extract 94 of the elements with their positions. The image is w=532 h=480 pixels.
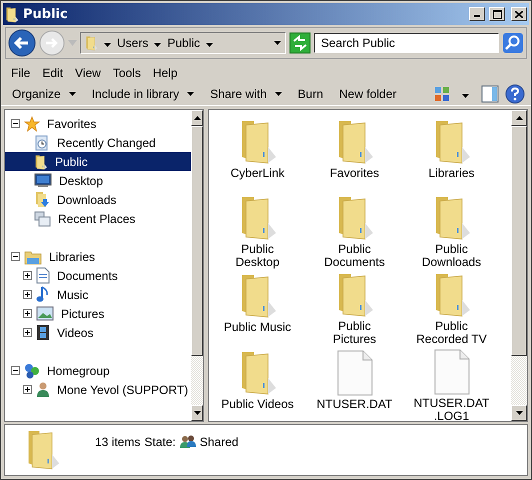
picture-icon: [36, 306, 54, 321]
folder-icon: [85, 35, 98, 51]
search-field[interactable]: Search Public: [314, 33, 499, 53]
close-icon: [515, 10, 523, 18]
tree-item[interactable]: Libraries: [46, 248, 98, 264]
file-name[interactable]: NTUSER.DAT .LOG1: [414, 397, 490, 423]
close-button[interactable]: [511, 7, 527, 21]
caret-icon[interactable]: [206, 43, 214, 47]
user-icon: [36, 381, 50, 398]
scroll-up-icon[interactable]: [194, 116, 201, 120]
file-name[interactable]: Public Pictures: [316, 320, 392, 346]
search-icon[interactable]: [502, 32, 524, 54]
maximize-button[interactable]: [489, 7, 505, 21]
caret-icon[interactable]: [68, 92, 76, 96]
caret-icon[interactable]: [187, 92, 194, 96]
file-name[interactable]: Public Music: [220, 321, 296, 334]
file-name[interactable]: Favorites: [316, 167, 392, 180]
history-dropdown-icon[interactable]: [274, 41, 281, 45]
file-name[interactable]: Public Documents: [316, 243, 392, 269]
file-name[interactable]: Public Downloads: [414, 243, 490, 269]
toolbar-button[interactable]: Burn: [292, 85, 328, 103]
tree-item[interactable]: Pictures: [58, 306, 108, 322]
expand-icon[interactable]: [23, 309, 32, 318]
menu-item[interactable]: Tools: [106, 66, 147, 80]
breadcrumb[interactable]: Public: [167, 36, 200, 50]
scroll-up-icon[interactable]: [516, 116, 522, 120]
refresh-button[interactable]: [289, 32, 311, 54]
caret-icon[interactable]: [462, 94, 469, 98]
caret-icon[interactable]: [104, 43, 111, 47]
maximize-icon: [492, 10, 502, 18]
tree-item[interactable]: Desktop: [56, 172, 106, 188]
expand-icon[interactable]: [23, 328, 32, 337]
users-icon: [180, 435, 196, 449]
star-icon: [24, 116, 40, 132]
file-name[interactable]: CyberLink: [220, 167, 296, 180]
menu-item[interactable]: View: [69, 66, 107, 80]
scrollbar[interactable]: [191, 110, 203, 421]
expand-icon[interactable]: [23, 271, 32, 280]
tree-item[interactable]: Public: [52, 154, 91, 170]
caret-icon[interactable]: [154, 43, 162, 47]
tree-item[interactable]: Recent Places: [55, 210, 138, 226]
file-name[interactable]: Libraries: [414, 167, 490, 180]
collapse-icon[interactable]: [11, 366, 20, 375]
tree-item[interactable]: Mone Yevol (SUPPORT): [54, 382, 192, 398]
expand-icon[interactable]: [23, 385, 32, 394]
file-name[interactable]: NTUSER.DAT: [316, 398, 392, 411]
tree-item[interactable]: Homegroup: [44, 362, 113, 378]
state-value: Shared: [200, 435, 238, 449]
file-name[interactable]: Public Videos: [220, 398, 296, 411]
music-note-icon: [36, 286, 50, 303]
desktop-icon: [34, 173, 52, 188]
toolbar-button[interactable]: New folder: [334, 85, 402, 103]
file-name[interactable]: Public Desktop: [220, 243, 296, 269]
menu-item[interactable]: Help: [146, 66, 184, 80]
document-icon: [36, 267, 50, 284]
library-icon: [24, 248, 42, 264]
view-options-icon[interactable]: [434, 86, 450, 102]
tree-item[interactable]: Downloads: [54, 192, 120, 208]
toolbar-button[interactable]: Include in library: [86, 85, 200, 103]
scroll-down-icon[interactable]: [194, 411, 201, 415]
breadcrumb[interactable]: Users: [117, 36, 148, 50]
folder-icon: [5, 6, 19, 22]
homegroup-icon: [24, 362, 40, 378]
file-name[interactable]: Public Recorded TV: [414, 320, 490, 346]
recent-places-icon: [34, 210, 51, 226]
window-title: Public: [23, 6, 69, 22]
tree-item[interactable]: Videos: [54, 324, 96, 340]
collapse-icon[interactable]: [11, 252, 20, 261]
scroll-down-icon[interactable]: [516, 411, 522, 415]
scrollbar[interactable]: [511, 110, 527, 421]
tree-item[interactable]: Documents: [54, 268, 121, 284]
tree-item[interactable]: Recently Changed: [54, 134, 159, 150]
document-clock-icon: [34, 134, 50, 150]
collapse-icon[interactable]: [11, 119, 20, 128]
expand-icon[interactable]: [23, 290, 32, 299]
downloads-folder-icon: [34, 191, 50, 208]
item-count: 13 items: [95, 435, 140, 449]
caret-icon[interactable]: [274, 92, 282, 96]
minimize-button[interactable]: [469, 7, 485, 21]
file-icon: [336, 350, 372, 396]
tree-item[interactable]: Music: [54, 286, 92, 302]
state-label: State:: [144, 435, 176, 449]
menu-item[interactable]: Edit: [36, 66, 70, 80]
toolbar-button[interactable]: Share with: [205, 85, 287, 103]
back-button[interactable]: [8, 29, 36, 57]
toolbar-button[interactable]: Organize: [7, 85, 81, 103]
tree-item[interactable]: Favorites: [44, 116, 100, 132]
menu-item[interactable]: File: [5, 66, 36, 80]
film-icon: [36, 324, 50, 341]
preview-pane-icon[interactable]: [481, 85, 499, 103]
address-bar[interactable]: Users Public: [80, 32, 286, 54]
help-icon[interactable]: [505, 84, 525, 104]
file-icon: [434, 349, 470, 395]
folder-icon: [34, 154, 48, 170]
